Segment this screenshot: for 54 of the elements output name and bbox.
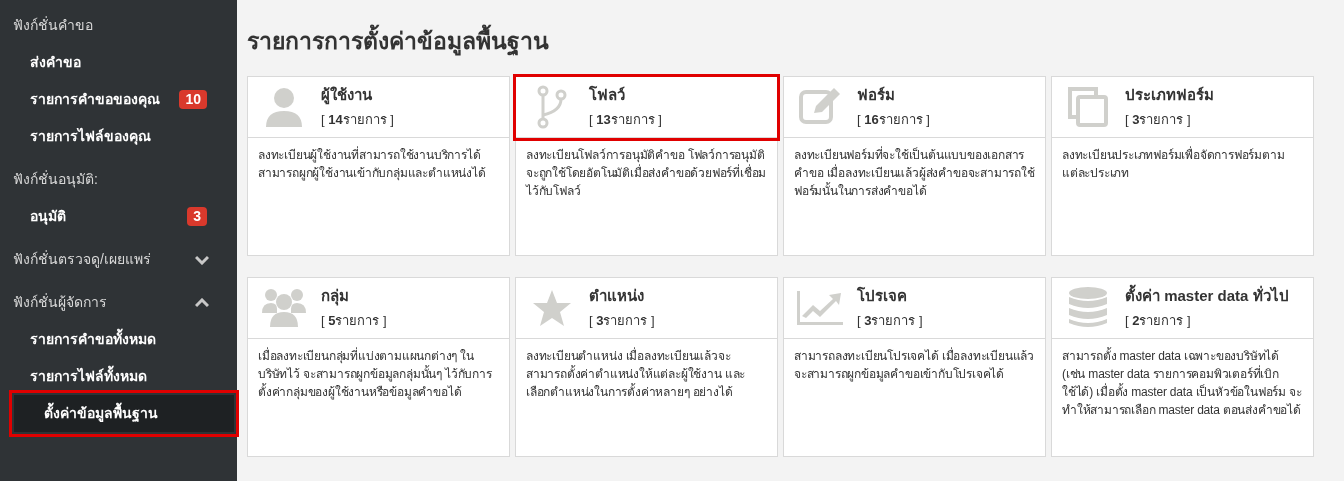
sidebar-item[interactable]: รายการคำขอของคุณ 10 [0,81,237,118]
branch-icon [537,84,567,129]
card-description: สามารถลงทะเบียนโปรเจคได้ เมื่อลงทะเบียนแล้วจะสามารถผูกข้อมูลคำขอเข้ากับโปรเจคได้ [793,346,1035,383]
card-title[interactable]: ตำแหน่ง [589,285,655,308]
card-description: ลงทะเบียนประเภทฟอร์มเพื่อจัดการฟอร์มตามแต่ละประเภท [1061,145,1286,182]
card-title[interactable]: ฟอร์ม [857,84,930,107]
settings-card[interactable]: โปรเจค [ 3รายการ ] สามารถลงทะเบียนโปรเจคได้ เมื่อลงทะเบียนแล้วจะสามารถผูกข้อมูลคำขอเข้ากับโปรเจคได้ [783,276,1046,457]
count-badge: 10 [179,90,207,109]
card-description: ลงทะเบียนตำแหน่ง เมื่อลงทะเบียนแล้วจะสามารถตั้งค่าตำแหน่งให้แต่ละผู้ใช้งาน และเลือกตำแหน่งในการตั้งค่าหลายๆ อย่างได้ [525,346,747,401]
item-count: [ 5รายการ ] [321,311,387,330]
card-title[interactable]: โปรเจค [857,285,923,308]
sidebar-item[interactable]: อนุมัติ 3 [0,198,237,235]
database-icon [1068,286,1108,329]
card-title[interactable]: กลุ่ม [321,285,387,308]
sidebar-item[interactable]: รายการไฟล์ทั้งหมด [0,358,237,395]
settings-card[interactable]: กลุ่ม [ 5รายการ ] เมื่อลงทะเบียนกลุ่มที่แบ่งตามแผนกต่างๆ ในบริษัทไว้ จะสามารถผูกข้อมูลกลุ่มนั้นๆ ไว้กับการตั้งค่ากลุ่มของผู้ใช้งานหรือข้อมูลคำขอได้ [247,276,510,457]
chevron-down-icon[interactable] [195,254,209,265]
item-count: [ 2รายการ ] [1125,311,1192,330]
sidebar-group-title: ฟังก์ชั่นตรวจดู/เผยแพร่ [13,249,151,270]
card-title[interactable]: ผู้ใช้งาน [321,84,394,107]
sidebar-group-title: ฟังก์ชั่นอนุมัติ: [13,169,98,190]
sidebar-group-title: ฟังก์ชั่นคำขอ [13,15,93,35]
chevron-up-icon[interactable] [195,297,209,308]
card-title[interactable]: ตั้งค่า master data ทั่วไป [1125,285,1289,308]
copy-icon [1066,84,1110,129]
star-icon [532,288,572,327]
card-description: ลงทะเบียนผู้ใช้งานที่สามารถใช้งานบริการได้ สามารถผูกผู้ใช้งานเข้ากับกลุ่มและตำแหน่งได้ [257,145,487,182]
sidebar-item[interactable]: รายการคำขอทั้งหมด [0,321,237,358]
edit-icon [798,86,842,127]
sidebar-item[interactable]: รายการไฟล์ของคุณ [0,118,237,155]
settings-card[interactable]: ประเภทฟอร์ม [ 3รายการ ] ลงทะเบียนประเภทฟอร์มเพื่อจัดการฟอร์มตามแต่ละประเภท [1051,75,1314,256]
settings-card[interactable]: ฟอร์ม [ 16รายการ ] ลงทะเบียนฟอร์มที่จะใช้เป็นต้นแบบของเอกสารคำขอ เมื่อลงทะเบียนแล้วผู้ส่งคำขอจะสามารถใช้ฟอร์มนั้นในการส่งคำขอได้ [783,75,1046,256]
item-count: [ 13รายการ ] [589,110,662,129]
settings-card[interactable]: ตำแหน่ง [ 3รายการ ] ลงทะเบียนตำแหน่ง เมื่อลงทะเบียนแล้วจะสามารถตั้งค่าตำแหน่งให้แต่ละผู้ใช้งาน และเลือกตำแหน่งในการตั้งค่าหลายๆ อย่างได้ [515,276,778,457]
item-count: [ 16รายการ ] [857,110,930,129]
settings-card[interactable]: ผู้ใช้งาน [ 14รายการ ] ลงทะเบียนผู้ใช้งานที่สามารถใช้งานบริการได้ สามารถผูกผู้ใช้งานเข้ากับกลุ่มและตำแหน่งได้ [247,75,510,256]
card-description: ลงทะเบียนโฟลว์การอนุมัติคำขอ โฟลว์การอนุมัติจะถูกใช้โดยอัตโนมัติเมื่อส่งคำขอด้วยฟอร์ที่เชื่อมไว้กับโฟลว์ [524,146,768,200]
line-chart-icon [797,290,843,325]
item-count: [ 3รายการ ] [857,311,923,330]
card-title[interactable]: โฟลว์ [589,84,662,107]
settings-card[interactable] [1051,276,1314,457]
item-count: [ 3รายการ ] [589,311,655,330]
users-icon [262,286,306,329]
item-count: [ 3รายการ ] [1125,110,1192,129]
item-count: [ 14รายการ ] [321,110,394,129]
count-badge: 3 [187,207,207,226]
settings-card[interactable]: โฟลว์ [ 13รายการ ] ลงทะเบียนโฟลว์การอนุมัติคำขอ โฟลว์การอนุมัติจะถูกใช้โดยอัตโนมัติเมื่อส่งคำขอด้วยฟอร์ที่เชื่อมไว้กับโฟลว์ [515,75,778,256]
card-description: เมื่อลงทะเบียนกลุ่มที่แบ่งตามแผนกต่างๆ ในบริษัทไว้ จะสามารถผูกข้อมูลกลุ่มนั้นๆ ไว้กับการตั้งค่ากลุ่มของผู้ใช้งานหรือข้อมูลคำขอได้ [257,346,493,401]
card-description: ลงทะเบียนฟอร์มที่จะใช้เป็นต้นแบบของเอกสารคำขอ เมื่อลงทะเบียนแล้วผู้ส่งคำขอจะสามารถใช้ฟอร์มนั้นในการส่งคำขอได้ [793,145,1036,200]
card-title[interactable]: ประเภทฟอร์ม [1125,84,1214,107]
sidebar-group-title: ฟังก์ชั่นผู้จัดการ [13,292,107,313]
page-title: รายการการตั้งค่าข้อมูลพื้นฐาน [247,24,1314,59]
card-description: สามารถตั้ง master data เฉพาะของบริษัทได้ (เช่น master data รายการคอมพิวเตอร์ที่เบิกใช้ได้) เมื่อตั้ง master data เป็นหัวข้อในฟอร์ม จะทำให้สามารถเลือก master data ตอนส่งคำขอได้ [1061,346,1303,419]
sidebar-item[interactable]: ส่งคำขอ [0,44,237,81]
